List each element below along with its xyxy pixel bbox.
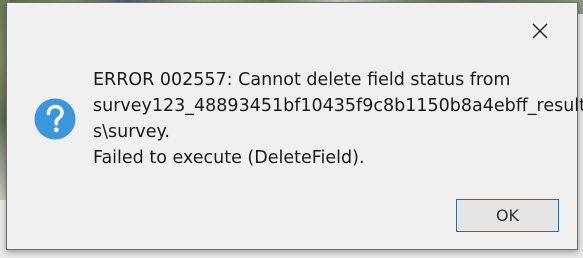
message-line: Failed to execute (DeleteField). xyxy=(93,148,365,168)
ok-button[interactable]: OK xyxy=(456,199,559,232)
error-dialog: ERROR 002557: Cannot delete field status… xyxy=(6,2,583,250)
question-icon xyxy=(34,98,76,140)
close-button[interactable] xyxy=(529,20,551,42)
message-line: ERROR 002557: Cannot delete field status… xyxy=(93,70,511,90)
close-icon xyxy=(532,23,548,39)
message-line: s\survey. xyxy=(93,122,170,142)
message-line: survey123_48893451bf10435f9c8b1150b8a4eb… xyxy=(93,96,583,116)
error-message: ERROR 002557: Cannot delete field status… xyxy=(93,67,583,171)
